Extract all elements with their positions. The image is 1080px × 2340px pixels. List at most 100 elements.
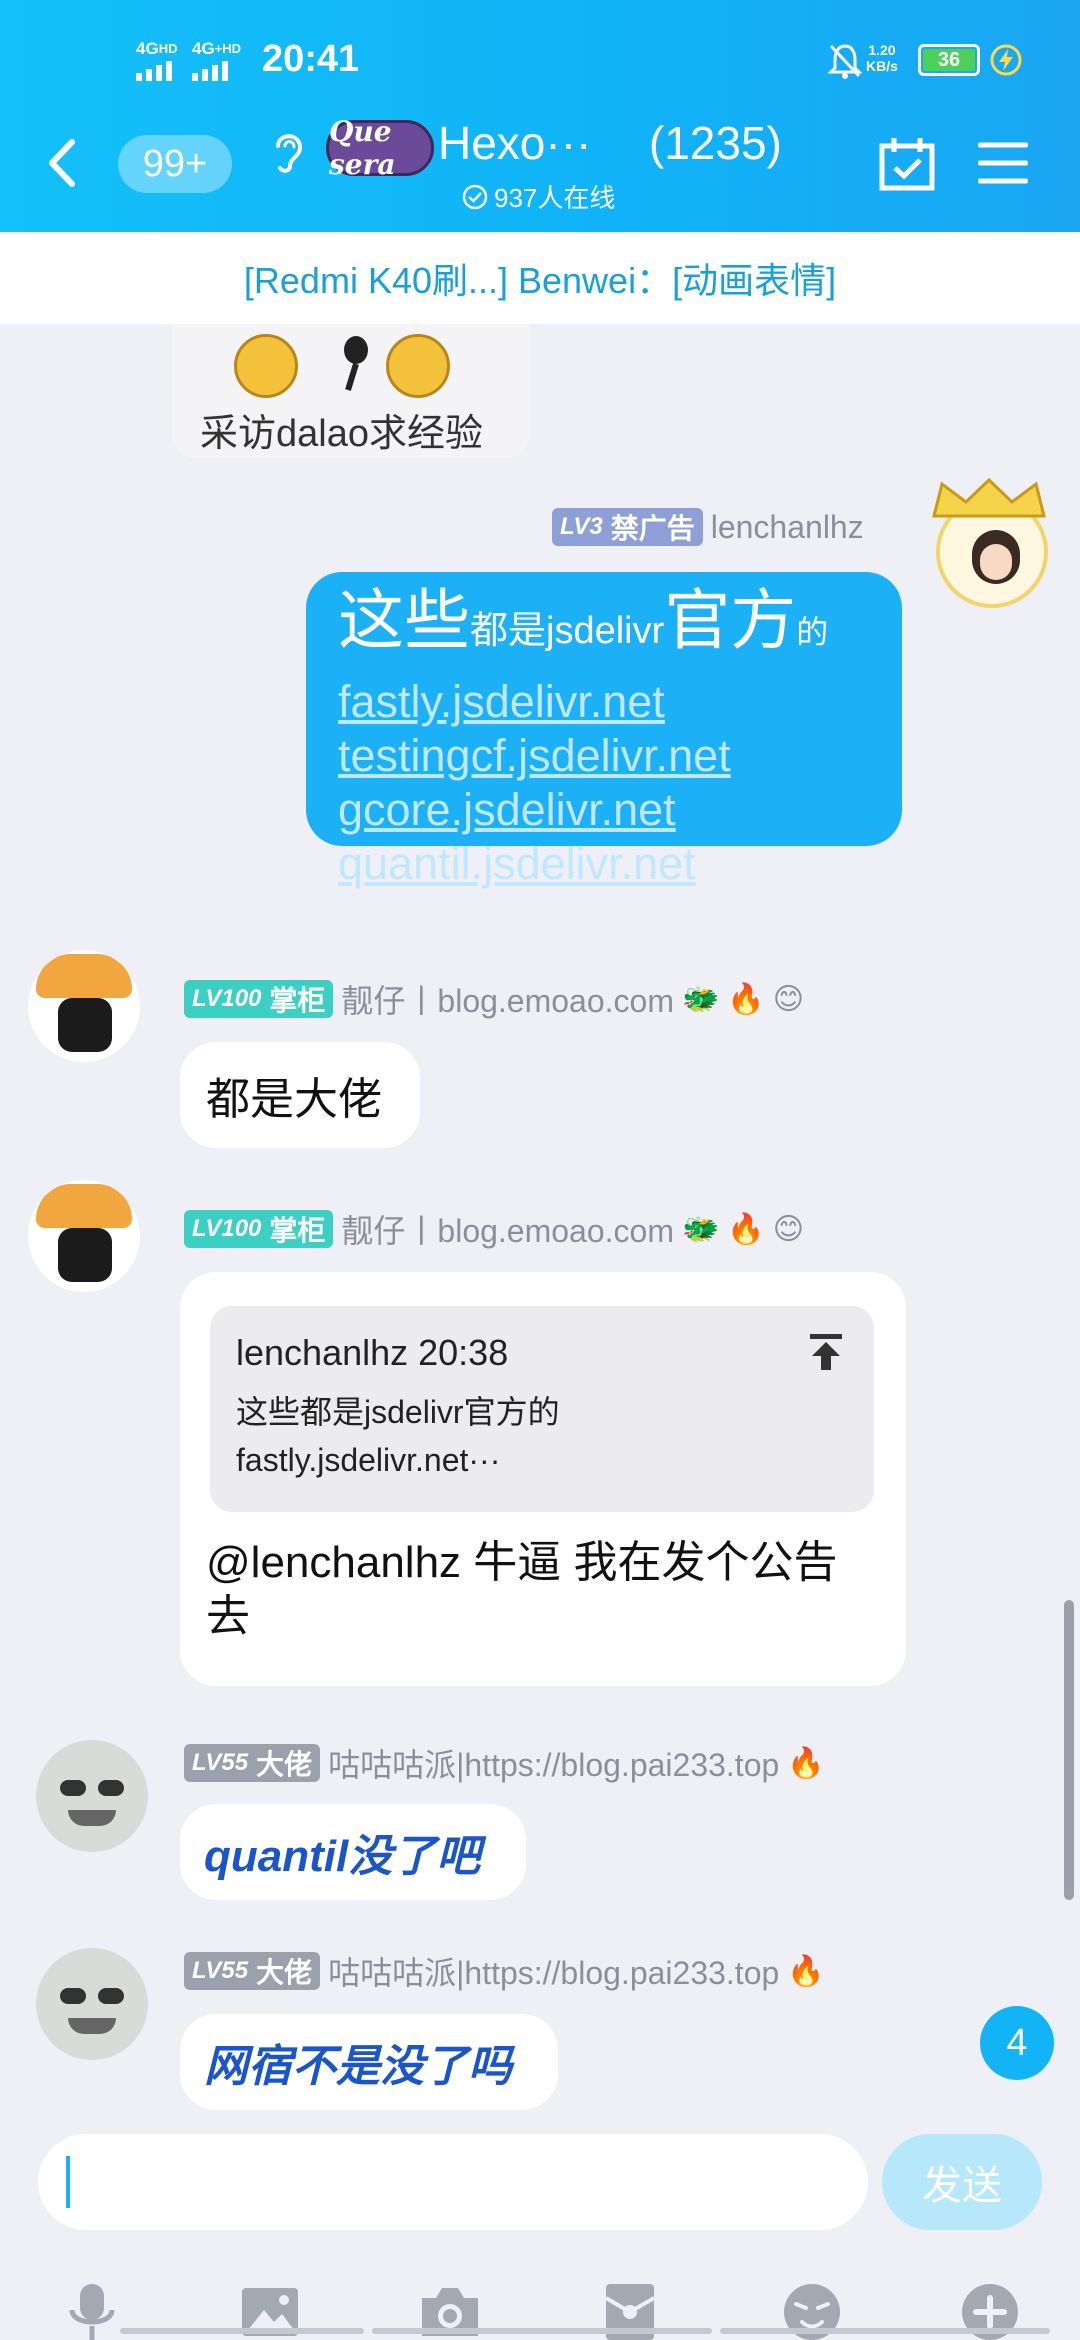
message-bubble[interactable]: quantil没了吧	[180, 1804, 526, 1900]
signal-bars-icon	[192, 61, 228, 81]
level-title: 大佬	[256, 1957, 313, 1988]
level-value: LV100	[192, 1215, 262, 1242]
message-meta: LV55 大佬 咕咕咕派|https://blog.pai233.top 🔥	[184, 1740, 825, 1786]
group-name: Hexo···	[438, 117, 592, 169]
status-bar: 4GHD 4G+HD 20:41 1.20 KB/s 36	[0, 0, 1080, 100]
fire-emoji-icon: 🔥	[727, 1212, 765, 1246]
sender-name[interactable]: 靓仔丨blog.emoao.com	[341, 1206, 674, 1252]
text-cursor	[66, 2156, 70, 2208]
previous-sticker-message[interactable]: 采访dalao求经验	[172, 324, 530, 458]
sticker-face-right	[386, 334, 450, 398]
group-title[interactable]: Hexo··· (1235)	[438, 116, 782, 170]
ear-icon[interactable]	[268, 126, 308, 176]
text-small-2: 的	[796, 614, 829, 650]
message-bubble[interactable]: 这些都是jsdelivr官方的 fastly.jsdelivr.net test…	[306, 572, 902, 889]
avatar[interactable]	[36, 1948, 148, 2060]
clock: 20:41	[262, 38, 360, 80]
level-title: 掌柜	[269, 985, 326, 1016]
chat-area[interactable]: 采访dalao求经验 LV3 禁广告 lenchanlhz 这些都是jsdeli…	[0, 324, 1080, 2120]
smile-emoji-icon: 😊	[772, 1212, 804, 1246]
pinned-notice[interactable]: [Redmi K40刷...] Benwei：[动画表情]	[0, 232, 1080, 324]
level-value: LV3	[560, 513, 603, 540]
online-text: 937人在线	[494, 183, 616, 213]
avatar[interactable]	[28, 950, 140, 1062]
level-title: 大佬	[256, 1749, 313, 1780]
microphone-icon[interactable]	[60, 2280, 124, 2340]
battery-indicator: 36	[918, 44, 980, 76]
network-indicator-1: 4GHD	[136, 40, 177, 81]
send-button[interactable]: 发送	[882, 2134, 1042, 2230]
sender-name[interactable]: 靓仔丨blog.emoao.com	[341, 976, 674, 1022]
message-meta: LV55 大佬 咕咕咕派|https://blog.pai233.top 🔥	[184, 1948, 825, 1994]
message-input[interactable]	[38, 2134, 868, 2230]
message-text: 网宿不是没了吗	[204, 2042, 512, 2091]
sender-name[interactable]: 咕咕咕派|https://blog.pai233.top	[328, 1948, 779, 1994]
chat-header: 4GHD 4G+HD 20:41 1.20 KB/s 36 99+ Que se…	[0, 0, 1080, 232]
unread-count-badge[interactable]: 99+	[118, 135, 232, 193]
quoted-message[interactable]: lenchanlhz 20:38 这些都是jsdelivr官方的 fastly.…	[210, 1306, 874, 1512]
dragon-emoji-icon: 🐲	[682, 1212, 720, 1246]
level-value: LV100	[192, 985, 262, 1012]
bottom-divider	[720, 2328, 1050, 2334]
avatar[interactable]	[36, 1740, 148, 1852]
fire-emoji-icon: 🔥	[787, 1954, 825, 1988]
link[interactable]: testingcf.jsdelivr.net	[338, 729, 902, 783]
level-value: LV55	[192, 1749, 249, 1776]
sender-name[interactable]: 咕咕咕派|https://blog.pai233.top	[328, 1740, 779, 1786]
avatar-eye-left	[60, 1780, 86, 1796]
online-count: 937人在线	[462, 178, 615, 215]
avatar-body	[58, 998, 112, 1052]
charging-icon	[990, 44, 1022, 76]
avatar-eye-right	[98, 1988, 124, 2004]
avatar-tiger-hat	[36, 1184, 132, 1228]
speed-value: 1.20	[868, 42, 896, 58]
scrollbar[interactable]	[1064, 1600, 1074, 1900]
message-bubble[interactable]: 网宿不是没了吗	[180, 2014, 558, 2110]
sticker-face-left	[234, 334, 298, 398]
avatar-body	[58, 1228, 112, 1282]
quote-header: lenchanlhz 20:38	[236, 1332, 509, 1373]
avatar[interactable]	[28, 1180, 140, 1292]
message-meta: LV100 掌柜 靓仔丨blog.emoao.com 🐲 🔥 😊	[184, 1206, 804, 1252]
level-badge: LV3 禁广告	[552, 508, 703, 546]
sticker-caption: 采访dalao求经验	[200, 413, 483, 455]
bottom-divider	[120, 2328, 364, 2334]
back-arrow-icon[interactable]	[44, 138, 78, 188]
network-2-sup: +HD	[214, 41, 242, 56]
level-title: 禁广告	[610, 513, 695, 544]
microphone-sticker-icon	[344, 336, 368, 391]
message-text: quantil没了吧	[204, 1832, 481, 1881]
sender-name[interactable]: lenchanlhz	[711, 509, 864, 546]
link[interactable]: gcore.jsdelivr.net	[338, 783, 902, 837]
calendar-check-icon[interactable]	[878, 136, 936, 192]
network-1-sup: HD	[158, 41, 178, 56]
avatar-mouth	[68, 1810, 116, 1826]
avatar-eye-left	[60, 1988, 86, 2004]
mute-bell-icon	[828, 44, 862, 79]
dragon-emoji-icon: 🐲	[682, 982, 720, 1016]
message-meta: LV3 禁广告 lenchanlhz	[552, 508, 864, 546]
quote-line: fastly.jsdelivr.net···	[236, 1442, 501, 1478]
network-1-label: 4G	[136, 39, 159, 58]
text-small-1: 都是jsdelivr	[470, 610, 665, 652]
speed-unit: KB/s	[866, 58, 898, 74]
avatar-tiger-hat	[36, 954, 132, 998]
network-2-label: 4G	[192, 39, 215, 58]
pin-top-icon[interactable]	[808, 1332, 844, 1372]
signal-bars-icon	[136, 61, 172, 81]
menu-icon[interactable]	[978, 140, 1028, 186]
network-indicator-2: 4G+HD	[192, 40, 241, 81]
message-bubble[interactable]: lenchanlhz 20:38 这些都是jsdelivr官方的 fastly.…	[180, 1272, 906, 1686]
level-badge: LV55 大佬	[184, 1744, 321, 1782]
message-meta: LV100 掌柜 靓仔丨blog.emoao.com 🐲 🔥 😊	[184, 976, 804, 1022]
bottom-divider	[372, 2328, 712, 2334]
message-text: 都是大佬	[206, 1075, 382, 1124]
fire-emoji-icon: 🔥	[787, 1746, 825, 1780]
level-badge: LV100 掌柜	[184, 1210, 334, 1248]
link[interactable]: fastly.jsdelivr.net	[338, 675, 902, 729]
new-messages-badge[interactable]: 4	[980, 2006, 1054, 2080]
group-logo: Que sera	[326, 115, 434, 181]
link[interactable]: quantil.jsdelivr.net	[338, 837, 902, 891]
message-bubble[interactable]: 都是大佬	[180, 1042, 420, 1148]
network-speed: 1.20 KB/s	[866, 42, 898, 74]
